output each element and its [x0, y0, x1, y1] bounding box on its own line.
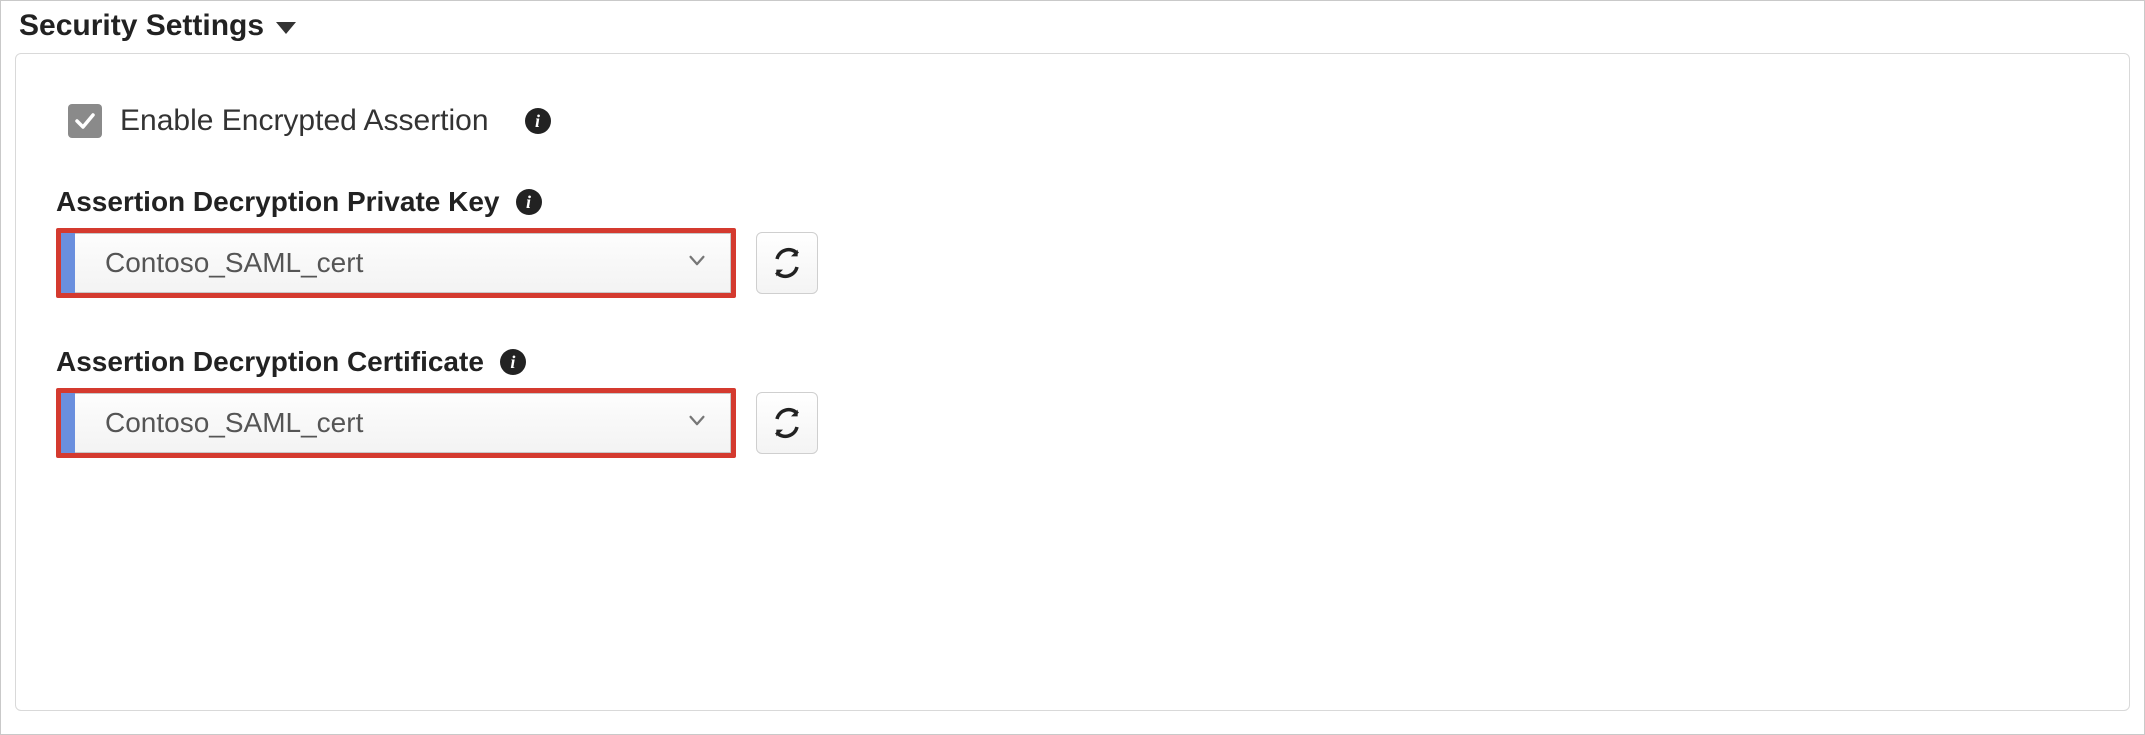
certificate-label: Assertion Decryption Certificate: [56, 346, 484, 378]
chevron-down-icon: [686, 410, 708, 437]
info-icon[interactable]: i: [525, 108, 551, 134]
enable-encrypted-assertion-checkbox[interactable]: [68, 104, 102, 138]
private-key-label-row: Assertion Decryption Private Key i: [56, 186, 2089, 218]
private-key-label: Assertion Decryption Private Key: [56, 186, 500, 218]
section-body: Enable Encrypted Assertion i Assertion D…: [15, 53, 2130, 711]
private-key-value: Contoso_SAML_cert: [105, 247, 363, 279]
certificate-select-row: Contoso_SAML_cert: [56, 388, 2089, 458]
select-inner: Contoso_SAML_cert: [75, 393, 731, 453]
certificate-refresh-button[interactable]: [756, 392, 818, 454]
enable-encrypted-assertion-label: Enable Encrypted Assertion: [120, 104, 489, 138]
enable-encrypted-assertion-row: Enable Encrypted Assertion i: [68, 104, 2089, 138]
info-icon[interactable]: i: [500, 349, 526, 375]
caret-down-icon: [276, 22, 296, 34]
refresh-icon: [771, 407, 803, 439]
certificate-select[interactable]: Contoso_SAML_cert: [56, 388, 736, 458]
info-icon[interactable]: i: [516, 189, 542, 215]
chevron-down-icon: [686, 250, 708, 277]
security-settings-panel: Security Settings Enable Encrypted Asser…: [0, 0, 2145, 735]
section-header[interactable]: Security Settings: [1, 1, 2144, 47]
checkmark-icon: [73, 109, 97, 133]
private-key-select[interactable]: Contoso_SAML_cert: [56, 228, 736, 298]
private-key-field: Assertion Decryption Private Key i Conto…: [56, 186, 2089, 298]
certificate-label-row: Assertion Decryption Certificate i: [56, 346, 2089, 378]
certificate-field: Assertion Decryption Certificate i Conto…: [56, 346, 2089, 458]
section-title: Security Settings: [19, 9, 264, 43]
certificate-value: Contoso_SAML_cert: [105, 407, 363, 439]
private-key-select-row: Contoso_SAML_cert: [56, 228, 2089, 298]
private-key-refresh-button[interactable]: [756, 232, 818, 294]
refresh-icon: [771, 247, 803, 279]
select-accent-bar: [61, 393, 75, 453]
select-inner: Contoso_SAML_cert: [75, 233, 731, 293]
select-accent-bar: [61, 233, 75, 293]
